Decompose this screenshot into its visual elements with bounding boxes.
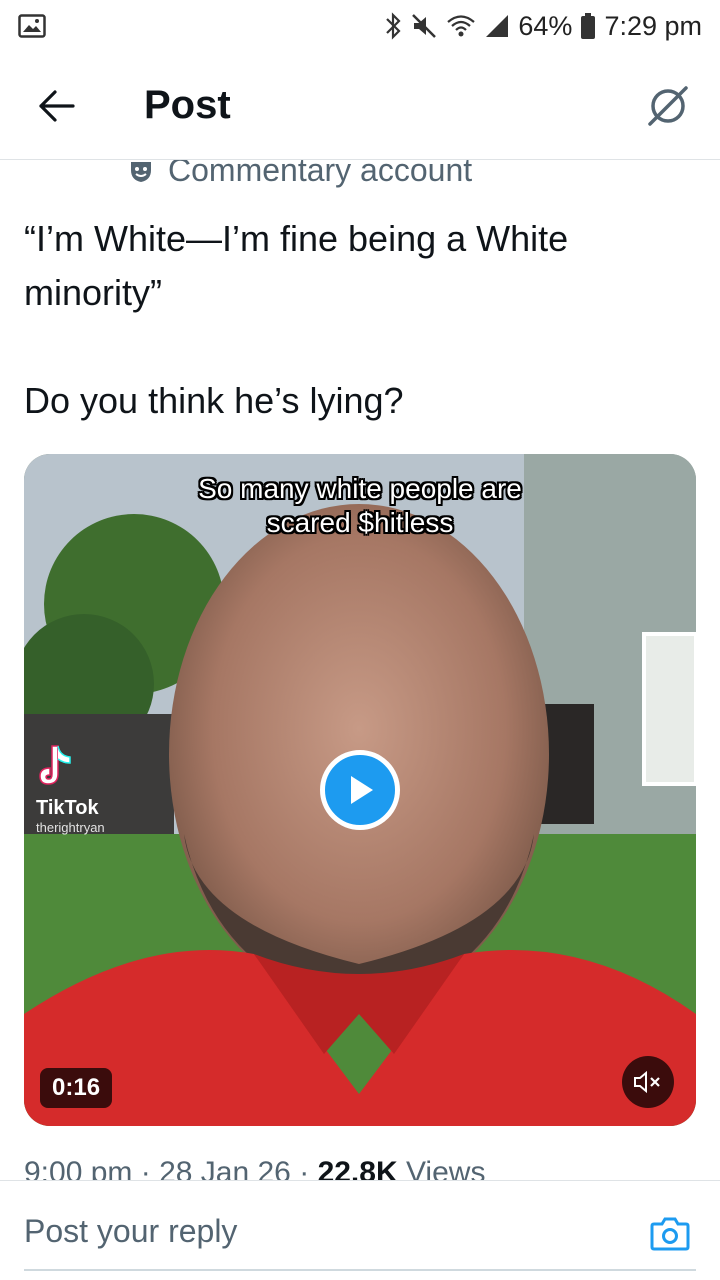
account-label: Commentary account — [128, 160, 472, 189]
post-body: “I’m White—I’m fine being a White minori… — [24, 212, 684, 428]
battery-icon — [580, 12, 596, 40]
unmute-button[interactable] — [622, 1056, 674, 1108]
play-icon — [351, 776, 373, 804]
page-title: Post — [144, 83, 231, 127]
arrow-left-icon — [39, 89, 75, 122]
signal-icon — [484, 13, 510, 39]
speaker-muted-icon — [634, 1070, 660, 1094]
wifi-icon — [446, 13, 476, 39]
camera-button[interactable] — [648, 1211, 692, 1255]
views-label: Views — [405, 1156, 486, 1180]
post-text-line: Do you think he’s lying? — [24, 380, 404, 421]
commentary-mask-icon — [131, 161, 151, 182]
post-metadata: 9:00 pm · 28 Jan 26 · 22.8K Views — [24, 1156, 485, 1180]
grok-button[interactable] — [640, 78, 696, 134]
back-button[interactable] — [22, 71, 92, 141]
post-time: 9:00 pm — [24, 1156, 133, 1180]
tiktok-handle: therightryan — [36, 820, 105, 835]
reply-input[interactable]: Post your reply — [24, 1213, 237, 1250]
mute-icon — [410, 12, 438, 40]
post-text-line: “I’m White—I’m fine being a White minori… — [24, 218, 569, 313]
reply-divider — [24, 1269, 696, 1271]
grok-icon — [648, 85, 688, 126]
video-caption: So many white people are scared $hitless — [24, 472, 696, 540]
meta-separator: · — [299, 1156, 310, 1180]
camera-icon — [650, 1217, 690, 1251]
video-duration: 0:16 — [40, 1068, 113, 1108]
battery-percent: 64% — [518, 10, 573, 41]
tiktok-watermark: TikTok therightryan — [36, 744, 105, 835]
post-date: 28 Jan 26 — [159, 1156, 291, 1180]
tiktok-brand: TikTok — [36, 797, 99, 819]
gallery-icon — [18, 14, 46, 38]
bluetooth-icon — [384, 12, 402, 40]
caption-line: scared $hitless — [266, 507, 454, 538]
meta-separator: · — [140, 1156, 151, 1180]
caption-line: So many white people are — [198, 473, 522, 504]
tiktok-logo-icon — [39, 745, 71, 785]
status-bar: 64% 7:29 pm — [0, 0, 720, 52]
post-detail: Commentary account “I’m White—I’m fine b… — [0, 160, 720, 1180]
video-player[interactable]: So many white people are scared $hitless… — [24, 454, 696, 1126]
clock: 7:29 pm — [604, 10, 702, 41]
views-count: 22.8K — [317, 1156, 398, 1180]
play-button[interactable] — [320, 750, 400, 830]
app-header: Post — [0, 52, 720, 160]
reply-composer: Post your reply — [0, 1180, 720, 1280]
account-label-text: Commentary account — [168, 160, 473, 188]
